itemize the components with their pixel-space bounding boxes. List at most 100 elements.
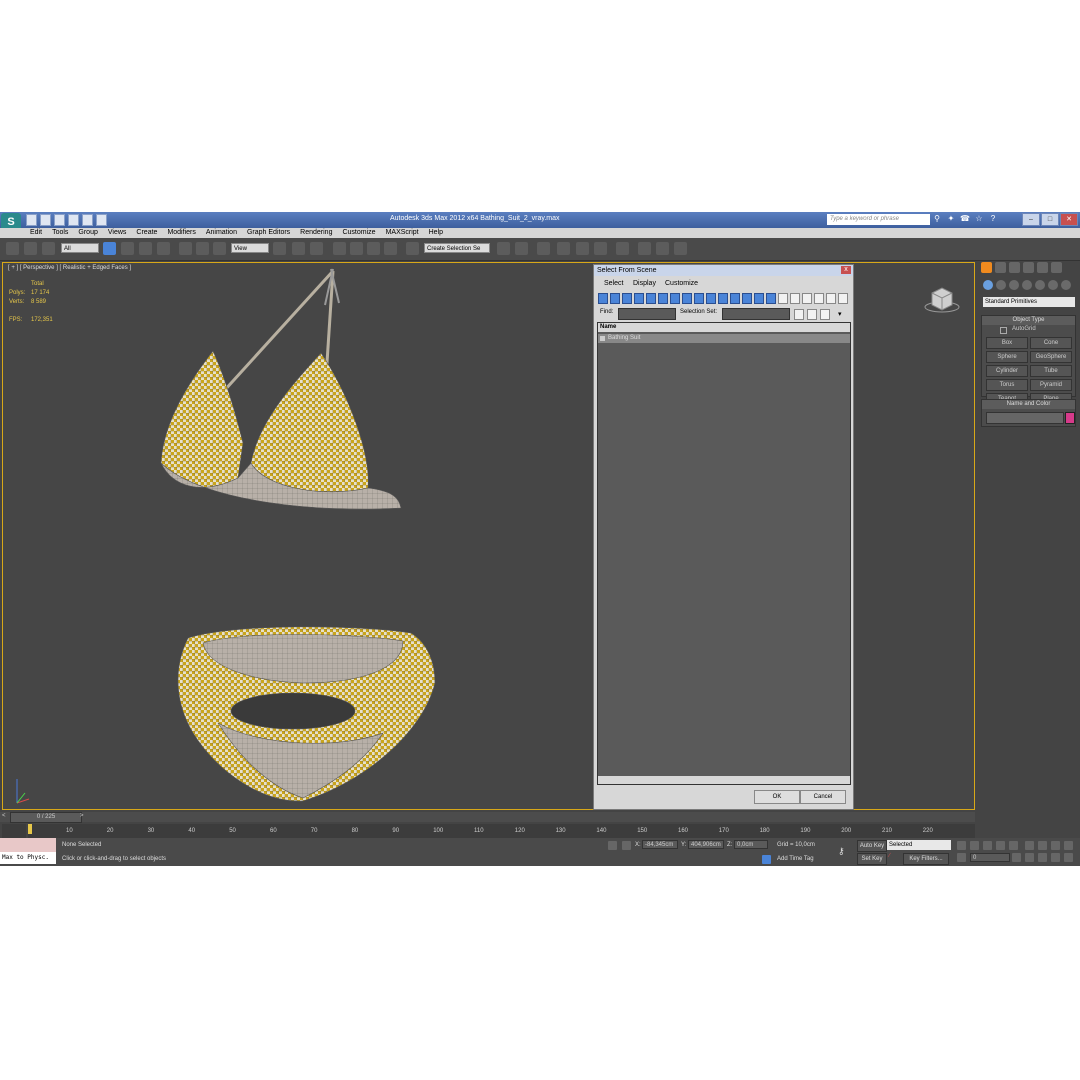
time-slider-thumb[interactable]: 0 / 225: [10, 812, 82, 823]
horizontal-scrollbar[interactable]: [598, 776, 850, 784]
time-slider[interactable]: < 0 / 225 >: [0, 812, 975, 823]
trackbar-filter-icon[interactable]: [2, 824, 26, 838]
close-button[interactable]: ✕: [1060, 213, 1078, 226]
list-item[interactable]: Bathing Suit: [598, 334, 850, 343]
menu-views[interactable]: Views: [108, 228, 133, 238]
goto-end-icon[interactable]: [1009, 841, 1018, 850]
set-key-button[interactable]: Set Key: [857, 853, 887, 865]
current-frame-marker[interactable]: [28, 824, 32, 834]
maximize-button[interactable]: □: [1041, 213, 1059, 226]
current-frame-field[interactable]: 0: [970, 853, 1010, 862]
utilities-tab-icon[interactable]: [1051, 262, 1062, 273]
render-setup-icon[interactable]: [638, 242, 651, 255]
pyramid-button[interactable]: Pyramid: [1030, 379, 1072, 391]
favorites-star-icon[interactable]: ☆: [974, 214, 984, 224]
sphere-button[interactable]: Sphere: [986, 351, 1028, 363]
play-icon[interactable]: [983, 841, 992, 850]
time-config-icon[interactable]: [1012, 853, 1021, 862]
zoom-extents-icon[interactable]: [1051, 841, 1060, 850]
autogrid-checkbox[interactable]: [1000, 327, 1007, 334]
filter-helpers-icon[interactable]: [646, 293, 656, 304]
menu-modifiers[interactable]: Modifiers: [167, 228, 201, 238]
pan-view-icon[interactable]: [1038, 853, 1047, 862]
bikini-bottom-mesh[interactable]: [177, 626, 436, 802]
field-of-view-icon[interactable]: [1025, 853, 1034, 862]
selection-lock-icon[interactable]: [608, 841, 617, 850]
next-frame-icon[interactable]: [996, 841, 1005, 850]
add-time-tag[interactable]: Add Time Tag: [777, 856, 814, 862]
display-tab-icon[interactable]: [1037, 262, 1048, 273]
menu-group[interactable]: Group: [78, 228, 103, 238]
filter-frozen-icon[interactable]: [718, 293, 728, 304]
orbit-icon[interactable]: [1051, 853, 1060, 862]
filter-lights-icon[interactable]: [622, 293, 632, 304]
object-type-header[interactable]: Object Type: [982, 316, 1075, 325]
key-filters-button[interactable]: Key Filters...: [903, 853, 949, 865]
spacewarps-icon[interactable]: [1048, 280, 1058, 290]
filter-bones-icon[interactable]: [694, 293, 704, 304]
find-input[interactable]: [618, 308, 676, 320]
bikini-top-mesh[interactable]: [160, 268, 402, 510]
select-all-icon[interactable]: [778, 293, 788, 304]
zoom-icon[interactable]: [1025, 841, 1034, 850]
geosphere-button[interactable]: GeoSphere: [1030, 351, 1072, 363]
cameras-icon[interactable]: [1022, 280, 1032, 290]
graphite-ribbon-icon[interactable]: [557, 242, 570, 255]
helpers-icon[interactable]: [1035, 280, 1045, 290]
select-dependents-icon[interactable]: [807, 309, 817, 320]
rendered-frame-icon[interactable]: [656, 242, 669, 255]
redo-icon[interactable]: [82, 214, 93, 226]
new-file-icon[interactable]: [26, 214, 37, 226]
selection-filter-dropdown[interactable]: All: [61, 243, 99, 253]
z-coordinate-field[interactable]: 0,0cm: [734, 840, 768, 849]
x-coordinate-field[interactable]: -84,345cm: [642, 840, 678, 849]
object-color-swatch[interactable]: [1065, 412, 1075, 424]
filter-geometry-icon[interactable]: [598, 293, 608, 304]
name-color-header[interactable]: Name and Color: [982, 400, 1075, 409]
box-button[interactable]: Box: [986, 337, 1028, 349]
display-children-icon[interactable]: [838, 293, 848, 304]
menu-maxscript[interactable]: MAXScript: [386, 228, 425, 238]
viewcube-icon[interactable]: [924, 283, 960, 313]
snaps-toggle-icon[interactable]: [333, 242, 346, 255]
time-prev-icon[interactable]: <: [2, 813, 6, 819]
mirror-icon[interactable]: [497, 242, 510, 255]
select-influences-icon[interactable]: [820, 309, 830, 320]
primitive-category-dropdown[interactable]: Standard Primitives: [983, 297, 1075, 307]
curve-editor-icon[interactable]: [576, 242, 589, 255]
search-input[interactable]: Type a keyword or phrase: [827, 214, 930, 225]
dependencies-icon[interactable]: [814, 293, 824, 304]
shapes-icon[interactable]: [996, 280, 1006, 290]
filter-groups-icon[interactable]: [670, 293, 680, 304]
select-invert-icon[interactable]: [802, 293, 812, 304]
undo-icon[interactable]: [68, 214, 79, 226]
save-file-icon[interactable]: [54, 214, 65, 226]
select-none-icon[interactable]: [790, 293, 800, 304]
key-mode-dropdown[interactable]: Selected: [887, 840, 951, 850]
reference-coord-dropdown[interactable]: View: [231, 243, 269, 253]
zoom-all-icon[interactable]: [1038, 841, 1047, 850]
menu-create[interactable]: Create: [136, 228, 163, 238]
cone-button[interactable]: Cone: [1030, 337, 1072, 349]
filter-cameras-icon[interactable]: [634, 293, 644, 304]
track-bar[interactable]: 10 20 30 40 50 60 70 80 90 100 110 120 130 140 150 160 1…: [28, 824, 975, 838]
material-editor-icon[interactable]: [616, 242, 629, 255]
menu-help[interactable]: Help: [429, 228, 449, 238]
select-object-icon[interactable]: [103, 242, 116, 255]
collapse-arrow-icon[interactable]: ▾: [838, 310, 842, 318]
time-next-icon[interactable]: >: [80, 813, 84, 819]
window-crossing-icon[interactable]: [157, 242, 170, 255]
menu-graph-editors[interactable]: Graph Editors: [247, 228, 296, 238]
angle-snap-icon[interactable]: [350, 242, 363, 255]
geometry-icon[interactable]: [983, 280, 993, 290]
communication-icon[interactable]: ☎: [960, 214, 970, 224]
ok-button[interactable]: OK: [754, 790, 800, 804]
pivot-center-icon[interactable]: [273, 242, 286, 255]
percent-snap-icon[interactable]: [367, 242, 380, 255]
scale-icon[interactable]: [213, 242, 226, 255]
keyboard-shortcut-icon[interactable]: [310, 242, 323, 255]
menu-animation[interactable]: Animation: [206, 228, 243, 238]
select-children-icon[interactable]: [794, 309, 804, 320]
hierarchy-tab-icon[interactable]: [1009, 262, 1020, 273]
selection-set-dropdown[interactable]: [722, 308, 790, 320]
